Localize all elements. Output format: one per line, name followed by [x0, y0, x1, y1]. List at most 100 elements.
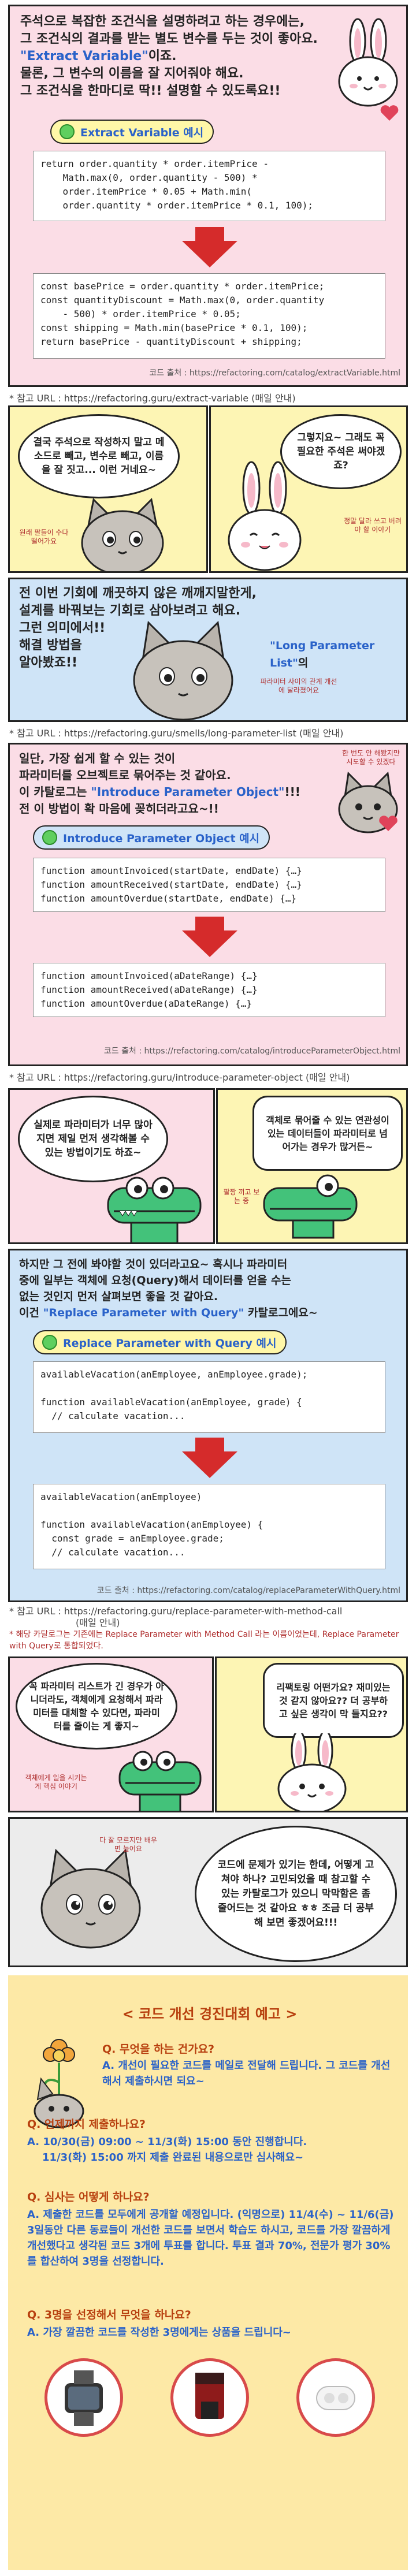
code-after-extract-variable: const basePrice = order.quantity * order…: [33, 273, 385, 359]
narration-suffix: !!!: [284, 785, 300, 799]
narration-suffix: 카탈로그에요~: [247, 1306, 318, 1319]
code-source: 코드 출처 : https://refactoring.com/catalog/…: [96, 1586, 400, 1595]
heart-icon: [380, 105, 399, 121]
side-note: 정말 달라 쓰고 버려야 할 이야기: [344, 517, 402, 534]
reference-url: * 참고 URL : https://refactoring.guru/repl…: [9, 1606, 402, 1652]
panel-dialog-right: 그렇지요~ 그래도 꼭 필요한 주석은 써야겠죠? 정말 달라 쓰고 버려야 할…: [209, 405, 408, 573]
narration-prefix: 이건: [19, 1306, 39, 1319]
panel-introduce-parameter-object: 일단, 가장 쉽게 할 수 있는 것이 파라미터를 오브젝트로 묶어주는 것 같…: [8, 743, 408, 1066]
panel-extract-variable: 주석으로 복잡한 조건식을 설명하려고 하는 경우에는, 그 조건식의 결과를 …: [8, 5, 408, 387]
narration-line: 그 조건식의 결과를 받는 별도 변수를 두는 것이 좋아요.: [20, 32, 318, 46]
side-note: 원래 팔들이 수다 떨어가요: [19, 528, 69, 545]
flower-character: [34, 2039, 84, 2128]
reference-url: * 참고 URL : https://refactoring.guru/extr…: [9, 393, 296, 404]
tag-label: Extract Variable 예시: [80, 126, 204, 139]
code-after-introduce-parameter-object: function amountInvoiced(aDateRange) {…} …: [33, 963, 385, 1017]
speech-bubble-left: 결국 주석으로 작성하지 말고 메소드로 빼고, 변수로 빼고, 이름을 잘 짓…: [18, 414, 180, 498]
prize-coffee-machine-image: [170, 2358, 249, 2437]
cat-character: [338, 771, 398, 833]
reference-url-line: * 참고 URL : https://refactoring.guru/repl…: [9, 1606, 343, 1617]
arrow-stem: [195, 917, 224, 932]
narration-line: 물론, 그 변수의 이름을 잘 지어줘야 해요.: [20, 66, 244, 81]
speech-bubble-closing: 코드에 문제가 있기는 한데, 어떻게 고쳐야 하나? 고민되었을 때 참고할 …: [195, 1826, 397, 1962]
keyword: "Long Parameter List": [270, 639, 375, 669]
keyword: "Introduce Parameter Object": [91, 785, 285, 799]
narration-line: 그 조건식을 한마디로 딱!! 설명할 수 있도록요!!: [20, 84, 281, 98]
faq-answer: A. 10/30(금) 09:00 ~ 11/3(화) 15:00 동안 진행합…: [27, 2134, 397, 2165]
narration-prefix: 이 카탈로그는: [19, 785, 87, 799]
code-source: 코드 출처 : https://refactoring.com/catalog/…: [149, 368, 400, 378]
narration-introduce-parameter: 일단, 가장 쉽게 할 수 있는 것이 파라미터를 오브젝트로 묶어주는 것 같…: [19, 750, 354, 817]
prize-earbuds-image: [296, 2358, 375, 2437]
lightbulb-icon: [42, 1335, 57, 1350]
cat-character: [133, 620, 233, 720]
tag-label: Introduce Parameter Object 예시: [63, 832, 260, 845]
narration-line: 전 이번 기회에 깨끗하지 않은 깨깨지말한게,: [19, 586, 257, 601]
panel-closing-thoughts: 다 잘 모르지만 배우면 늘어요 코드에 문제가 있기는 한데, 어떻게 고쳐야…: [8, 1817, 408, 1967]
rabbit-character: [277, 1733, 347, 1811]
narration-extract-variable: 주석으로 복잡한 조건식을 설명하려고 하는 경우에는, 그 조건식의 결과를 …: [20, 13, 344, 100]
tag-introduce-parameter-object: Introduce Parameter Object 예시: [33, 825, 270, 850]
panel-replace-parameter-with-query: 하지만 그 전에 봐야할 것이 있더라고요~ 혹시나 파라미터 중에 일부는 객…: [8, 1249, 408, 1602]
keyword: "Replace Parameter with Query": [43, 1306, 244, 1319]
side-note: 객체에게 일을 시키는 게 핵심 이야기: [25, 1774, 87, 1790]
panel-dialog-right-2: 객체로 묶어줄 수 있는 연관성이 있는 데이터들이 파라미터로 넘어가는 경우…: [216, 1088, 408, 1244]
cat-character: [81, 497, 164, 571]
crocodile-character: [118, 1751, 202, 1811]
event-title: < 코드 개선 경진대회 예고 >: [122, 2006, 298, 2022]
crocodile-character: [263, 1174, 358, 1239]
panel-dialog-left: 결국 주석으로 작성하지 말고 메소드로 빼고, 변수로 빼고, 이름을 잘 짓…: [8, 405, 208, 573]
smartwatch-icon: [65, 2370, 103, 2426]
speech-bubble-right: 객체로 묶어줄 수 있는 연관성이 있는 데이터들이 파라미터로 넘어가는 경우…: [252, 1096, 403, 1171]
faq-answer-line: 11/3(화) 15:00 까지 제출 완료된 내용으로만 심사해요~: [42, 2151, 304, 2164]
crocodile-character: [107, 1177, 202, 1242]
faq-answer: A. 가장 깔끔한 코드를 작성한 3명에게는 상품을 드립니다~: [27, 2326, 291, 2339]
code-before-extract-variable: return order.quantity * order.itemPrice …: [33, 151, 385, 221]
faq-question: Q. 심사는 어떻게 하나요?: [27, 2191, 150, 2203]
narration-line: 중에 일부는 객체에 요청(Query)해서 데이터를 얻을 수는: [19, 1274, 291, 1287]
tag-label: Replace Parameter with Query 예시: [63, 1337, 277, 1350]
faq-answer: A. 제출한 코드를 모두에게 공개할 예정입니다. (익명으로) 11/4(수…: [27, 2209, 394, 2268]
narration-line: 없는 것인지 먼저 살펴보면 좋을 것 같아요.: [19, 1290, 218, 1303]
side-note: 다 잘 모르지만 배우면 늘어요: [99, 1836, 157, 1853]
narration-line: 일단, 가장 쉽게 할 수 있는 것이: [19, 751, 176, 765]
code-before-replace-parameter: availableVacation(anEmployee, anEmployee…: [33, 1361, 385, 1433]
narration-line: 주석으로 복잡한 조건식을 설명하려고 하는 경우에는,: [20, 14, 304, 29]
side-note: 파라미터 사이의 관계 개선에 달라졌어요: [260, 677, 337, 694]
faq-answer: A. 개선이 필요한 코드를 메일로 전달해 드립니다. 그 코드를 개선해서 …: [102, 2060, 391, 2087]
lightbulb-icon: [60, 124, 75, 139]
faq-question: Q. 3명을 선정해서 무엇을 하나요?: [27, 2309, 191, 2321]
coffee-machine-icon: [195, 2373, 224, 2419]
event-notice-panel: < 코드 개선 경진대회 예고 > Q. 무엇을 하는 건가요? A. 개선이 …: [8, 1975, 408, 2570]
speech-bubble-left: 꼭 파라미터 리스트가 긴 경우가 아니더라도, 객체에게 요청해서 파라미터를…: [16, 1663, 177, 1749]
reference-note: * 해당 카탈로그는 기존에는 Replace Parameter with M…: [9, 1630, 399, 1651]
panel-dialog-left-2: 실제로 파라미터가 너무 많아지면 제일 먼저 생각해볼 수 있는 방법이기도 …: [8, 1088, 215, 1244]
lightbulb-icon: [42, 830, 57, 845]
down-arrow-icon: [182, 1451, 237, 1478]
rabbit-character: [338, 18, 398, 107]
narration-line: 하지만 그 전에 봐야할 것이 있더라고요~ 혹시나 파라미터: [19, 1258, 288, 1271]
narration-replace-parameter: 하지만 그 전에 봐야할 것이 있더라고요~ 혹시나 파라미터 중에 일부는 객…: [19, 1256, 400, 1321]
down-arrow-icon: [182, 930, 237, 957]
narration-keyword-line: "Long Parameter List"의: [270, 637, 403, 672]
earbuds-icon: [316, 2386, 355, 2410]
faq-answer-line: A. 10/30(금) 09:00 ~ 11/3(화) 15:00 동안 진행합…: [27, 2136, 307, 2148]
prize-smartwatch-image: [44, 2358, 123, 2437]
side-note: 팔짱 끼고 보는 중: [223, 1188, 260, 1205]
code-after-replace-parameter: availableVacation(anEmployee) function a…: [33, 1484, 385, 1569]
panel-long-parameter-list: 전 이번 기회에 깨끗하지 않은 깨깨지말한게, 설계를 바꿔보는 기회로 삼아…: [8, 578, 408, 722]
down-arrow-icon: [182, 241, 237, 267]
code-source: 코드 출처 : https://refactoring.com/catalog/…: [103, 1047, 400, 1056]
narration-line: 전 이 방법이 확 마음에 꽂히더라고요~!!: [19, 802, 219, 816]
arrow-stem: [195, 227, 224, 242]
tag-replace-parameter-with-query: Replace Parameter with Query 예시: [33, 1330, 287, 1354]
side-note: 한 번도 안 해봤지만 시도할 수 있겠다: [342, 749, 400, 766]
code-before-introduce-parameter-object: function amountInvoiced(startDate, endDa…: [33, 858, 385, 912]
tag-extract-variable: Extract Variable 예시: [50, 120, 214, 144]
faq-question: Q. 무엇을 하는 건가요?: [102, 2043, 215, 2056]
arrow-stem: [195, 1438, 224, 1453]
reference-url-line: (매일 안내): [76, 1617, 120, 1628]
speech-bubble-right: 리팩토링 어떤가요? 재미있는 것 같지 않아요?? 더 공부하고 싶은 생각이…: [263, 1663, 404, 1738]
cat-character: [40, 1848, 141, 1949]
narration-line: 이 카탈로그는 "Introduce Parameter Object"!!!: [19, 784, 354, 801]
